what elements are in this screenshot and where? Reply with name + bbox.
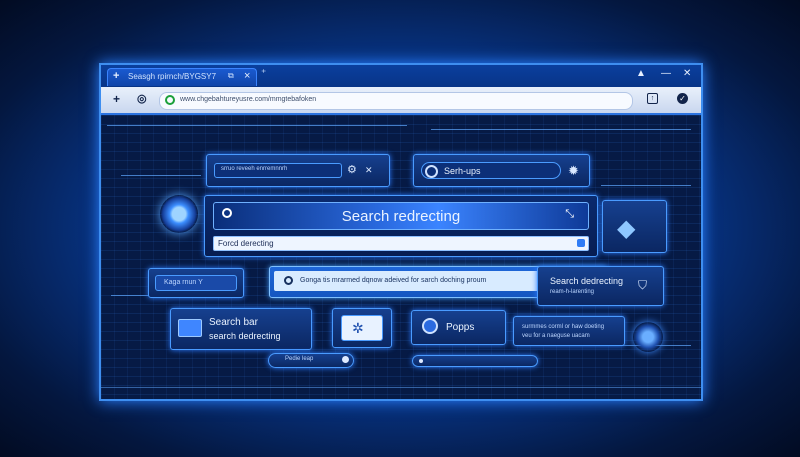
browser-tab[interactable]: + Seasgh rpirnch/BYGSY7 ⧉ × <box>107 68 257 86</box>
glitch-line <box>107 125 407 126</box>
bottom-progress[interactable] <box>412 355 538 367</box>
popps-panel: Popps <box>411 310 506 345</box>
duplicate-icon[interactable]: ⧉ <box>228 71 234 81</box>
left-button-panel: Kaga rnun Y <box>148 268 244 298</box>
address-bar[interactable]: www.chgebahtureyusre.com/mmgtebafoken <box>159 92 633 110</box>
shield-icon <box>165 95 175 105</box>
glitch-line <box>431 129 691 130</box>
redirect-field-text: Forcd derecting <box>218 239 274 248</box>
user-icon <box>422 318 438 334</box>
main-search-title: Search redrecting <box>341 208 461 225</box>
popups-label: Serh-ups <box>444 166 481 176</box>
navigation-bar: + ◎ www.chgebahtureyusre.com/mmgtebafoke… <box>101 87 701 115</box>
top-search-panel: srruo reveeh enrremnnrh ⚙ ✕ <box>206 154 390 187</box>
progress-dot <box>419 359 423 363</box>
toggle-icon[interactable] <box>342 356 349 363</box>
shield-icon[interactable]: ⛉ <box>638 278 647 293</box>
gear-icon[interactable]: ✹ <box>568 163 579 179</box>
top-search-field[interactable]: srruo reveeh enrremnnrh <box>214 163 342 178</box>
right-info-panel: Search dedrecting ream-h-larenting ⛉ <box>537 266 664 306</box>
popup-text-1: surmmes corml or haw doeting <box>522 324 605 330</box>
puzzle-button[interactable]: ✲ <box>341 315 383 341</box>
main-search-panel: Search redrecting ⤡ Forcd derecting <box>204 195 598 257</box>
notice-text: Gonga tis mrarmed dqnow adeived for sarc… <box>300 277 487 284</box>
alert-icon[interactable]: ▲ <box>636 68 646 79</box>
puzzle-panel: ✲ <box>332 308 392 348</box>
right-title: Search dedrecting <box>550 276 624 286</box>
plus-icon[interactable]: + <box>113 70 119 82</box>
popup-message: surmmes corml or haw doeting veu for a n… <box>513 316 625 346</box>
plus-icon[interactable]: + <box>113 92 120 106</box>
popups-panel: Serh-ups ✹ <box>413 154 590 187</box>
close-window-icon[interactable]: ✕ <box>683 68 691 79</box>
bottom-pill-text: Pedie leap <box>285 356 314 362</box>
tab-title: Seasgh rpirnch/BYGSY7 <box>128 72 217 81</box>
minimize-icon[interactable]: — <box>661 68 671 79</box>
profile-icon[interactable]: ✓ <box>677 93 688 104</box>
main-search-bar[interactable]: Search redrecting ⤡ <box>213 202 589 230</box>
gear-icon <box>633 322 663 352</box>
top-field-text: srruo reveeh enrremnnrh <box>221 166 288 172</box>
shield-icon[interactable]: ◆ <box>617 214 635 243</box>
glitch-line <box>101 387 701 388</box>
redirect-field[interactable]: Forcd derecting <box>213 236 589 251</box>
settings-icon[interactable]: ⚙ <box>347 163 357 176</box>
cursor-icon: ⤡ <box>565 208 574 220</box>
glitch-line <box>121 175 201 176</box>
close-icon[interactable]: × <box>244 70 250 82</box>
new-tab-icon[interactable]: ⁺ <box>261 68 266 79</box>
user-icon <box>178 319 202 337</box>
left-button[interactable]: Kaga rnun Y <box>155 275 237 291</box>
popup-text-2: veu for a naeguse uacam <box>522 333 590 339</box>
page-content <box>101 115 701 399</box>
url-text: www.chgebahtureyusre.com/mmgtebafoken <box>180 96 317 103</box>
popps-label: Popps <box>446 322 475 333</box>
tab-bar: + Seasgh rpirnch/BYGSY7 ⧉ × ⁺ ▲ — ✕ <box>101 65 701 88</box>
close-icon[interactable]: ✕ <box>365 165 373 176</box>
right-sub: ream-h-larenting <box>550 289 595 295</box>
search-bar-title: Search bar <box>209 317 258 328</box>
share-icon[interactable]: ↑ <box>647 93 658 104</box>
search-icon <box>425 165 438 178</box>
puzzle-icon: ✲ <box>352 320 364 336</box>
search-icon <box>284 276 293 285</box>
search-bar-panel: Search bar search dedrecting <box>170 308 312 350</box>
refresh-icon[interactable]: ◎ <box>137 92 147 105</box>
popups-field[interactable]: Serh-ups <box>421 162 561 179</box>
virus-icon <box>160 195 198 233</box>
security-panel: ◆ <box>602 200 667 253</box>
glitch-line <box>601 185 691 186</box>
search-bar-sub: search dedrecting <box>209 331 281 341</box>
left-button-label: Kaga rnun Y <box>164 279 203 286</box>
bottom-pill[interactable]: Pedie leap <box>268 353 354 368</box>
scroll-button[interactable] <box>577 239 585 247</box>
